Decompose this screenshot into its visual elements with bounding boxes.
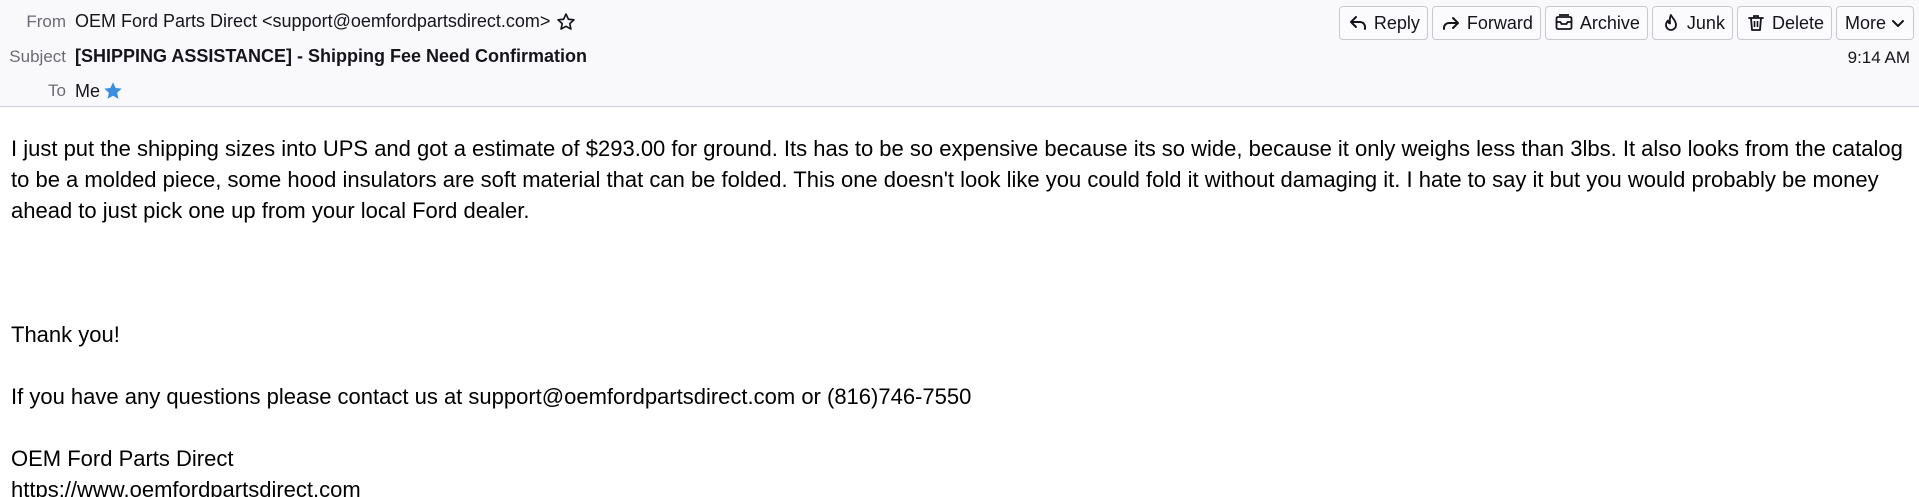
to-value[interactable]: Me — [75, 81, 100, 102]
message-paragraph: I just put the shipping sizes into UPS a… — [11, 136, 1903, 223]
subject-row: Subject [SHIPPING ASSISTANCE] - Shipping… — [0, 46, 587, 67]
archive-button[interactable]: Archive — [1544, 6, 1648, 40]
more-label: More — [1844, 12, 1886, 33]
forward-icon — [1442, 17, 1459, 30]
signature-link[interactable]: https://www.oemfordpartsdirect.com — [11, 477, 361, 497]
delete-button[interactable]: Delete — [1736, 6, 1832, 40]
reply-label: Reply — [1373, 12, 1420, 33]
subject-label: Subject — [9, 46, 66, 66]
star-icon[interactable] — [556, 12, 576, 32]
message-header: From OEM Ford Parts Direct <support@oemf… — [0, 0, 1919, 107]
reply-button[interactable]: Reply — [1338, 6, 1428, 40]
contact-line: If you have any questions please contact… — [11, 384, 972, 409]
signature-name: OEM Ford Parts Direct — [11, 446, 234, 471]
message-body: I just put the shipping sizes into UPS a… — [0, 107, 1919, 497]
forward-button[interactable]: Forward — [1431, 6, 1541, 40]
reply-icon — [1349, 16, 1366, 30]
from-label: From — [26, 11, 66, 31]
message-time: 9:14 AM — [1847, 48, 1910, 67]
more-button[interactable]: More — [1835, 6, 1914, 40]
from-value[interactable]: OEM Ford Parts Direct <support@oemfordpa… — [75, 11, 550, 32]
star-filled-icon[interactable] — [102, 80, 124, 102]
thanks-line: Thank you! — [11, 322, 120, 347]
chevron-down-icon — [1892, 20, 1904, 27]
message-toolbar: Reply Forward Archive Junk Delete More — [1338, 6, 1914, 40]
archive-icon — [1555, 14, 1573, 30]
forward-label: Forward — [1466, 12, 1533, 33]
trash-icon — [1748, 15, 1764, 31]
archive-label: Archive — [1579, 12, 1640, 33]
junk-label: Junk — [1686, 12, 1725, 33]
subject-value: [SHIPPING ASSISTANCE] - Shipping Fee Nee… — [75, 46, 588, 66]
delete-label: Delete — [1771, 12, 1824, 33]
from-row: From OEM Ford Parts Direct <support@oemf… — [0, 11, 576, 32]
junk-button[interactable]: Junk — [1651, 6, 1733, 40]
to-row: To Me — [0, 80, 124, 102]
flame-icon — [1665, 14, 1677, 31]
to-label: To — [48, 81, 66, 100]
